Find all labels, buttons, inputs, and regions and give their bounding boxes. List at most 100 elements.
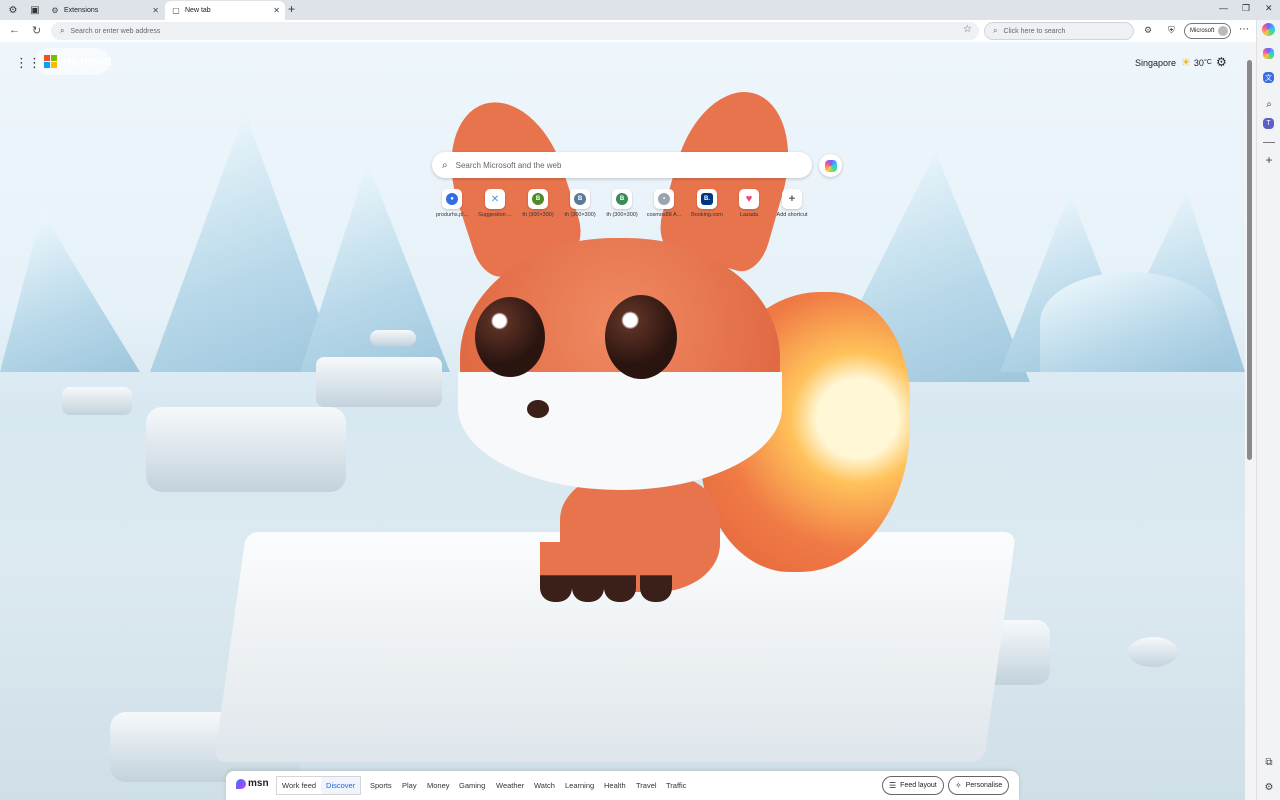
category-travel[interactable]: Travel (636, 781, 657, 790)
personalise-button[interactable]: ✧ Personalise (948, 776, 1010, 795)
tab-work-feed[interactable]: Work feed (277, 777, 321, 794)
category-learning[interactable]: Learning (565, 781, 594, 790)
site-favicon-icon: B (570, 189, 590, 209)
page-settings-gear-icon[interactable]: ⚙ (1216, 55, 1227, 69)
quicklink-label: produrhs.pl... (435, 212, 469, 218)
favicon-glyph: B (616, 193, 628, 205)
title-bar: ⚙ ▣ ⚙ Extensions ✕ ▢ New tab ✕ + — ❐ ✕ (0, 0, 1280, 20)
category-traffic[interactable]: Traffic (666, 781, 686, 790)
search-icon: ⌕ (993, 26, 998, 35)
favicon-glyph: + (788, 193, 796, 205)
tab-extensions[interactable]: ⚙ Extensions ✕ (44, 1, 164, 20)
extensions-icon: ⚙ (51, 6, 59, 15)
layout-icon: ☰ (889, 781, 897, 790)
category-weather[interactable]: Weather (496, 781, 524, 790)
minimize-icon[interactable]: — (1219, 3, 1228, 13)
new-tab-page-icon: ▢ (172, 6, 180, 15)
search-icon[interactable]: ⌕ (1261, 96, 1277, 112)
address-placeholder: Search or enter web address (70, 27, 161, 35)
favicon-glyph: ● (446, 193, 458, 205)
quicklink-label: Lazada (739, 212, 759, 218)
category-health[interactable]: Health (604, 781, 626, 790)
translate-icon[interactable]: 文 (1263, 72, 1274, 83)
add-icon[interactable]: + (1261, 152, 1277, 168)
close-window-icon[interactable]: ✕ (1265, 3, 1273, 14)
quicklink-cosmos88[interactable]: • cosmos88 A... (642, 189, 686, 218)
weather-temp: 30 (1193, 57, 1204, 68)
personalise-label: Personalise (965, 782, 1003, 789)
favicon-glyph: B. (701, 193, 713, 205)
favicon-glyph: ♥ (745, 193, 753, 205)
feed-layout-label: Feed layout (900, 782, 937, 789)
page-scrollbar[interactable] (1245, 42, 1256, 800)
category-gaming[interactable]: Gaming (459, 781, 485, 790)
search-icon: ⌕ (60, 26, 65, 35)
search-placeholder: Search Microsoft and the web (455, 160, 562, 170)
sidebar-settings-icon[interactable]: ⚙ (1261, 779, 1277, 795)
category-watch[interactable]: Watch (534, 781, 555, 790)
browser-essentials-icon[interactable]: ⛨ (1168, 25, 1175, 36)
site-favicon-icon: B (612, 189, 632, 209)
extensions-icon[interactable]: ⚙ (1144, 25, 1152, 36)
add-shortcut-button[interactable]: + Add shortcut (770, 189, 814, 218)
back-icon[interactable]: ← (9, 24, 20, 36)
restore-icon[interactable]: ❐ (1242, 3, 1250, 14)
toolbar-search-placeholder: Click here to search (1003, 27, 1066, 35)
site-favicon-icon: ♥ (739, 189, 759, 209)
more-options-icon[interactable]: ⋯ (1239, 24, 1249, 35)
msn-butterfly-icon (236, 778, 246, 789)
category-sports[interactable]: Sports (370, 781, 392, 790)
msn-label: msn (248, 778, 269, 789)
copilot-icon (824, 159, 837, 172)
profile-menu-icon[interactable]: ⚙ (2, 0, 24, 20)
quicklink-label: Add shortcut (776, 212, 808, 218)
web-search-box[interactable]: ⌕ Search Microsoft and the web (432, 152, 812, 178)
weather-unit: °C (1203, 59, 1212, 66)
new-tab-button[interactable]: + (288, 2, 295, 16)
quicklink-label: Booking.com (691, 212, 723, 218)
category-play[interactable]: Play (402, 781, 417, 790)
quicklink-label: cosmos88 A... (646, 212, 682, 218)
site-favicon-icon: • (654, 189, 674, 209)
teams-icon[interactable]: T (1263, 118, 1274, 129)
favorite-star-icon[interactable]: ☆ (963, 24, 972, 35)
weather-city: Singapore (1135, 57, 1177, 68)
quicklink-th-1[interactable]: Bth (300×300) (516, 189, 560, 218)
copilot-icon[interactable] (1262, 23, 1275, 36)
quicklink-lazada[interactable]: ♥ Lazada (727, 189, 771, 218)
favicon-glyph: ✕ (490, 193, 500, 205)
microsoft-logo-icon (44, 55, 57, 68)
profile-button[interactable]: Microsoft (1184, 23, 1231, 39)
favicon-glyph: • (658, 193, 670, 205)
close-icon[interactable]: ✕ (273, 6, 280, 15)
quicklink-produrhs[interactable]: ● produrhs.pl... (430, 189, 474, 218)
quicklink-th-2[interactable]: Bth (300×300) (558, 189, 602, 218)
sidebar-divider (1263, 142, 1275, 143)
copilot-button[interactable] (819, 154, 842, 177)
scrollbar-thumb[interactable] (1247, 60, 1252, 460)
msn-logo[interactable]: msn (236, 778, 269, 789)
hide-sidebar-icon[interactable]: ⧉ (1261, 754, 1277, 770)
tab-actions-icon[interactable]: ▣ (24, 0, 46, 20)
microsoft-logo[interactable]: Microsoft (36, 48, 112, 75)
tab-new-tab[interactable]: ▢ New tab ✕ (165, 1, 285, 20)
feed-layout-button[interactable]: ☰ Feed layout (882, 776, 944, 795)
favicon-glyph: B (574, 193, 586, 205)
close-icon[interactable]: ✕ (152, 6, 159, 15)
brand-label: Microsoft (62, 55, 112, 68)
copilot-app-icon[interactable] (1263, 48, 1274, 59)
weather-widget[interactable]: Singapore ☀ 30 °C (1135, 56, 1212, 69)
quicklink-th-3[interactable]: Bth (300×300) (600, 189, 644, 218)
address-bar[interactable]: ⌕ Search or enter web address ☆ (51, 22, 979, 40)
tab-label: Extensions (64, 7, 99, 14)
site-favicon-icon: ✕ (485, 189, 505, 209)
quicklink-booking[interactable]: B. Booking.com (685, 189, 729, 218)
refresh-icon[interactable]: ↻ (32, 24, 41, 37)
add-icon: + (782, 189, 802, 209)
toolbar-search-box[interactable]: ⌕ Click here to search (984, 22, 1134, 40)
tab-discover[interactable]: Discover (321, 777, 361, 794)
toolbar: ← ↻ ⌕ Search or enter web address ☆ ⌕ Cl… (0, 20, 1256, 42)
category-money[interactable]: Money (427, 781, 450, 790)
quicklink-suggestion[interactable]: ✕ Suggestion ... (473, 189, 517, 218)
site-favicon-icon: ● (442, 189, 462, 209)
